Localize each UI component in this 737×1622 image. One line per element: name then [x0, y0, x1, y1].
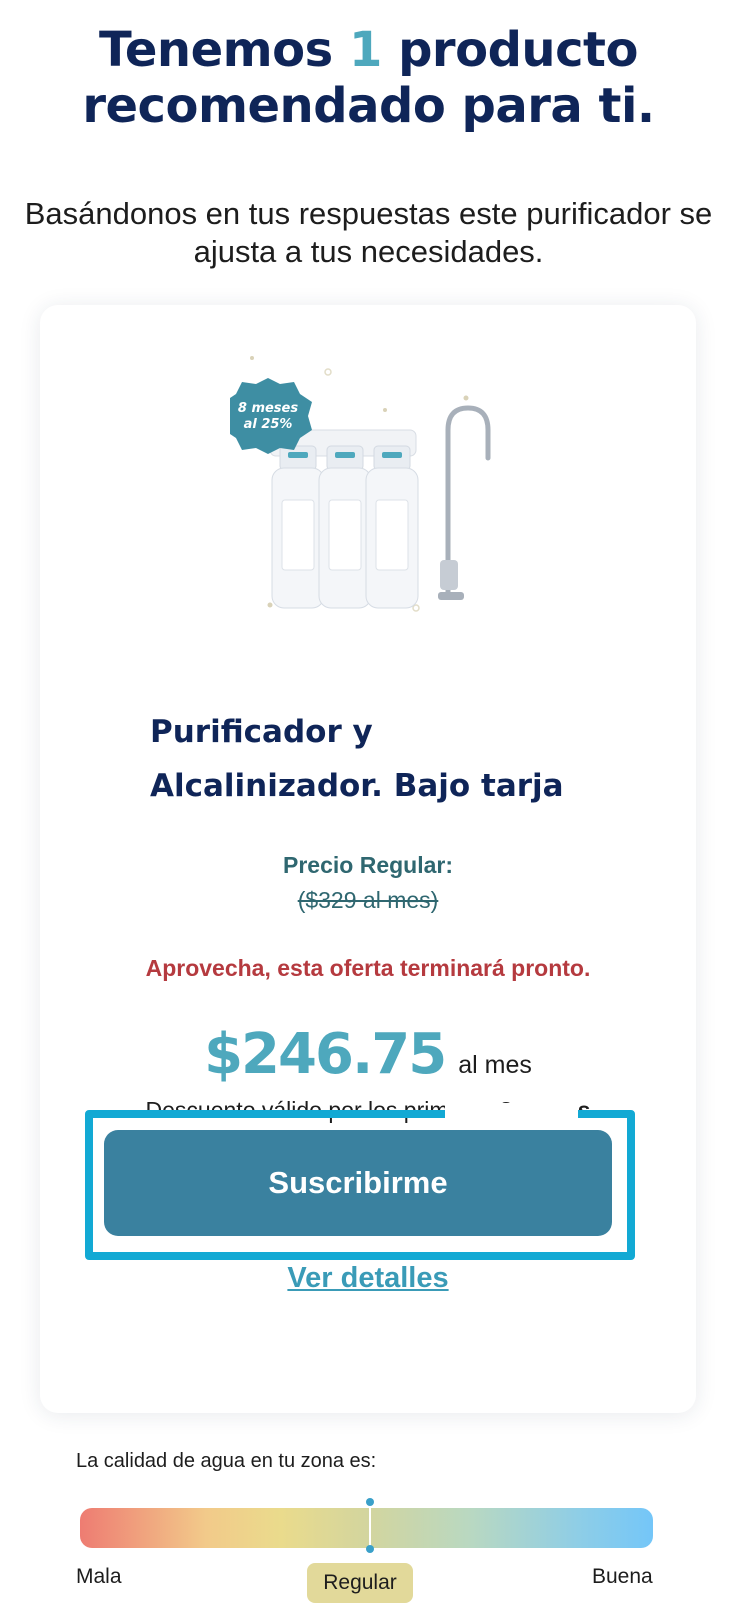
product-image: 8 meses al 25%: [230, 356, 491, 612]
water-quality-label: La calidad de agua en tu zona es:: [76, 1450, 377, 1472]
scale-label-regular: Regular: [307, 1563, 413, 1603]
title-part1: Tenemos: [99, 22, 333, 78]
discount-badge-line1: 8 meses: [238, 401, 298, 416]
regular-price: ($329 al mes): [297, 887, 439, 913]
product-name-line2: Alcalinizador. Bajo tarja: [150, 768, 564, 804]
marker-dot-top: [366, 1498, 374, 1506]
product-card: 8 meses al 25% Purificador y Alcalinizad…: [40, 305, 696, 1413]
product-count: 1: [348, 22, 382, 78]
discount-badge-line2: al 25%: [244, 417, 293, 432]
recommendation-page: Tenemos 1 producto recomendado para ti. …: [0, 0, 737, 1622]
subscribe-button[interactable]: Suscribirme: [104, 1130, 612, 1236]
view-details-link[interactable]: Ver detalles: [40, 1260, 696, 1296]
product-name: Purificador y Alcalinizador. Bajo tarja: [150, 705, 610, 813]
water-quality-scale: [80, 1508, 653, 1548]
scale-label-bad: Mala: [76, 1565, 122, 1588]
monthly-price: $246.75: [204, 1022, 447, 1087]
price-row: $246.75 al mes: [40, 1020, 696, 1090]
offer-alert: Aprovecha, esta oferta terminará pronto.: [145, 955, 591, 981]
page-subtitle: Basándonos en tus respuestas este purifi…: [24, 196, 713, 269]
scale-label-good: Buena: [592, 1565, 653, 1588]
focus-highlight-gap: [445, 1103, 578, 1121]
title-line2: recomendado para ti.: [82, 78, 655, 134]
marker-dot-bottom: [366, 1545, 374, 1553]
page-title: Tenemos 1 producto recomendado para ti.: [0, 22, 737, 134]
product-name-line1: Purificador y: [150, 714, 373, 750]
regular-price-label: Precio Regular:: [283, 852, 453, 878]
price-unit: al mes: [458, 1051, 532, 1079]
title-part2: producto: [398, 22, 638, 78]
subscribe-button-label: Suscribirme: [268, 1165, 448, 1200]
